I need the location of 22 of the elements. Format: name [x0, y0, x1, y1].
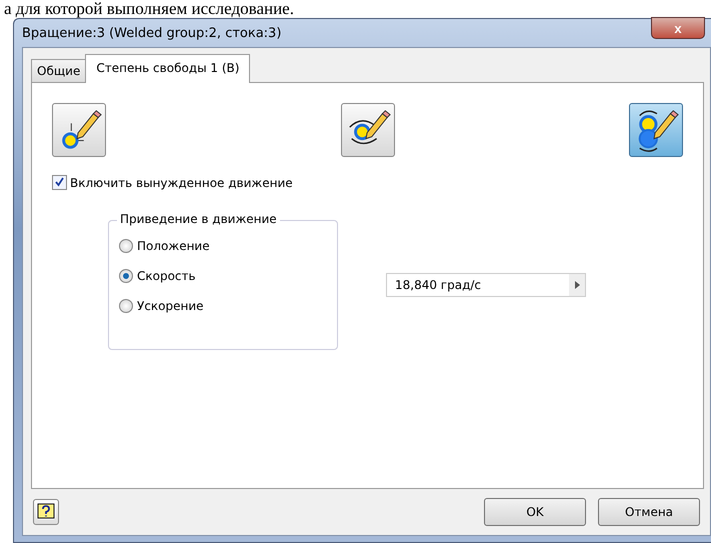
- radio-label: Ускорение: [137, 299, 204, 313]
- document-text: а для которой выполняем исследование.: [3, 0, 295, 18]
- tab[interactable]: Степень свободы 1 (В): [85, 54, 250, 83]
- group-title: Приведение в движение: [117, 212, 280, 226]
- window-title: Вращение:3 (Welded group:2, стока:3): [22, 26, 282, 40]
- radio-button[interactable]: [119, 299, 133, 313]
- mode-button[interactable]: [340, 103, 394, 157]
- help-button[interactable]: [33, 499, 59, 525]
- mode-button[interactable]: [629, 103, 683, 157]
- mode-button[interactable]: [52, 103, 106, 157]
- radio-button[interactable]: [119, 239, 133, 253]
- help-icon: [37, 503, 55, 521]
- arrow-icon[interactable]: [574, 281, 580, 289]
- checkbox[interactable]: [52, 175, 67, 190]
- radio-label: Положение: [137, 239, 210, 253]
- radio-label: Скорость: [137, 269, 196, 283]
- tab[interactable]: Общие: [31, 59, 86, 82]
- value-field[interactable]: 18,840 град/с: [386, 273, 586, 297]
- radio-button[interactable]: [119, 269, 133, 283]
- dialog-button[interactable]: Отмена: [598, 498, 700, 526]
- checkbox-label: Включить вынужденное движение: [70, 176, 293, 190]
- dialog-button[interactable]: OK: [484, 498, 586, 526]
